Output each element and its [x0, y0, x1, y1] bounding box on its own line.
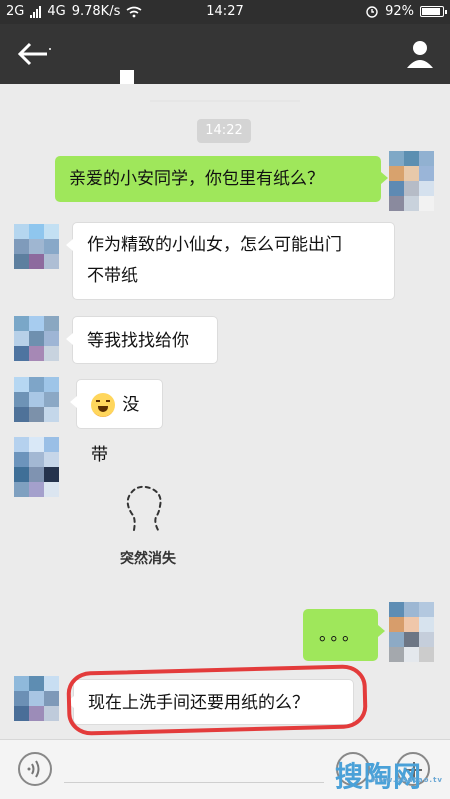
contact-avatar-5	[14, 676, 60, 736]
watermark: 搜陶网 www.soutao.tv	[335, 761, 447, 795]
laughing-cry-emoji-icon	[91, 393, 115, 417]
alarm-icon	[366, 5, 378, 18]
message-bubble: 亲爱的小安同学，你包里有纸么？	[55, 156, 388, 202]
contact-avatar-3	[14, 377, 60, 437]
user-icon[interactable]	[404, 38, 436, 70]
sticker-sudden-disappear: 突然消失	[104, 482, 192, 574]
message-bubble: 没带	[70, 379, 163, 465]
message-bubble: 。。。	[303, 609, 385, 661]
timestamp: 14:22	[197, 119, 251, 143]
input-bar: 搜陶网 www.soutao.tv	[0, 739, 450, 799]
message-line: 作为精致的小仙女，怎么可能出门	[87, 235, 342, 255]
back-icon[interactable]	[16, 40, 52, 68]
message-input-underline[interactable]	[64, 782, 324, 783]
dashed-person-outline-icon	[126, 485, 162, 531]
contact-avatar-2	[14, 316, 60, 376]
red-annotation-circle	[66, 664, 368, 736]
battery-percent: 92%	[385, 4, 414, 19]
chat-titlebar	[0, 24, 450, 102]
contact-name-redacted	[120, 70, 134, 84]
watermark-url: www.soutao.tv	[370, 776, 443, 784]
message-line: 不带纸	[87, 266, 138, 286]
self-avatar-1	[389, 151, 435, 211]
message-bubble: 等我找找给你	[66, 316, 218, 364]
self-avatar-2	[389, 602, 435, 662]
status-bar: 2G 4G 9.78K/s 14:27 92%	[0, 0, 450, 24]
voice-icon[interactable]	[18, 752, 52, 786]
contact-avatar-1	[14, 224, 60, 284]
message-bubble: 作为精致的小仙女，怎么可能出门 不带纸	[66, 222, 395, 300]
contact-avatar-4	[14, 437, 60, 497]
sticker-caption: 突然消失	[120, 551, 176, 567]
battery-icon	[420, 6, 447, 17]
